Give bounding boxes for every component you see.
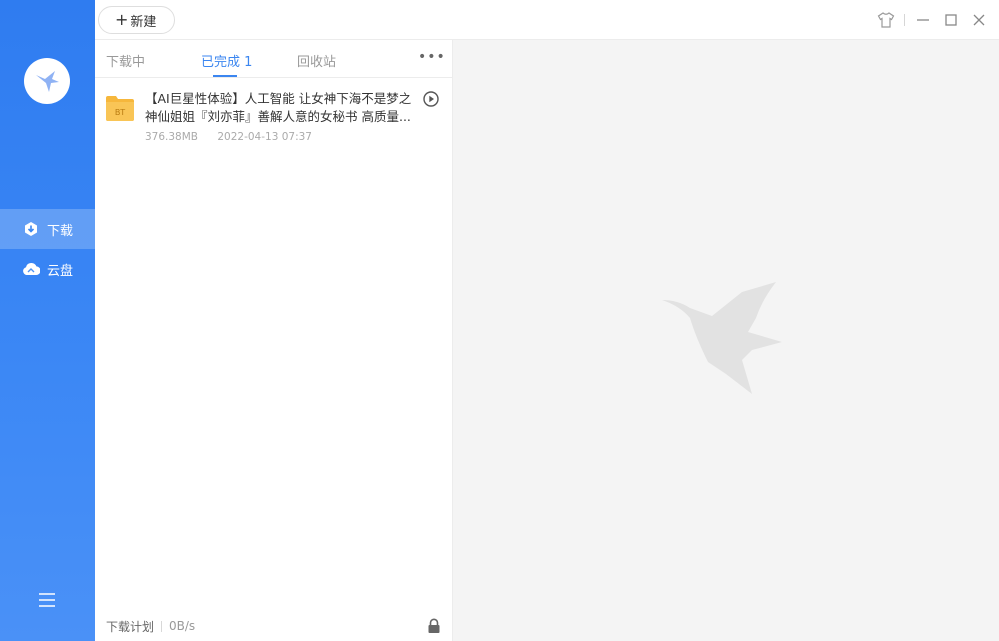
window-controls [868,10,989,30]
task-date: 2022-04-13 07:37 [217,131,312,143]
skin-icon[interactable] [876,10,896,30]
task-title-line: 神仙姐姐『刘亦菲』善解人意的女秘书 高质量... [145,109,411,124]
task-title: 【AI巨星性体验】人工智能 让女神下海不是梦之 神仙姐姐『刘亦菲』善解人意的女秘… [145,90,411,126]
more-options-icon[interactable]: ••• [418,49,445,65]
app-logo [24,58,70,104]
download-icon [22,220,40,238]
control-divider [904,14,905,26]
sidebar: 下载 云盘 [0,0,95,641]
task-list-panel: 下载中 已完成 1 回收站 ••• BT 【AI巨星性体验】人工智能 让女神下海… [95,40,453,641]
plus-icon: + [115,10,129,29]
minimize-icon[interactable] [913,10,933,30]
active-tab-indicator [213,75,237,77]
panel-footer: 下载计划 0B/s [95,611,453,641]
cloud-icon [22,260,40,278]
task-title-line: 【AI巨星性体验】人工智能 让女神下海不是梦之 [145,91,411,106]
top-bar: + 新建 [95,0,999,40]
maximize-icon[interactable] [941,10,961,30]
menu-icon[interactable] [38,592,56,608]
tab-downloading[interactable]: 下载中 [106,51,145,70]
hummingbird-icon [36,71,59,92]
task-size: 376.38MB [145,131,199,143]
download-speed: 0B/s [169,619,196,633]
lock-icon[interactable] [427,618,441,634]
tab-completed[interactable]: 已完成 1 [201,51,252,70]
tab-recycle-bin[interactable]: 回收站 [297,51,336,70]
task-meta: 376.38MB 2022-04-13 07:37 [145,131,328,143]
download-plan-link[interactable]: 下载计划 [106,618,154,635]
sidebar-item-cloud[interactable]: 云盘 [0,249,95,289]
bt-folder-icon: BT [105,93,135,123]
sidebar-item-label: 云盘 [47,263,74,279]
new-task-label: 新建 [130,14,157,30]
new-task-button[interactable]: + 新建 [98,6,176,34]
sidebar-item-download[interactable]: 下载 [0,209,95,249]
hummingbird-watermark-icon [660,278,785,398]
task-tabs: 下载中 已完成 1 回收站 ••• [95,40,452,78]
play-icon[interactable] [422,90,440,108]
sidebar-item-label: 下载 [47,223,74,239]
close-icon[interactable] [969,10,989,30]
footer-divider [161,620,163,632]
list-item[interactable]: BT 【AI巨星性体验】人工智能 让女神下海不是梦之 神仙姐姐『刘亦菲』善解人意… [95,78,452,154]
svg-text:BT: BT [115,108,125,117]
